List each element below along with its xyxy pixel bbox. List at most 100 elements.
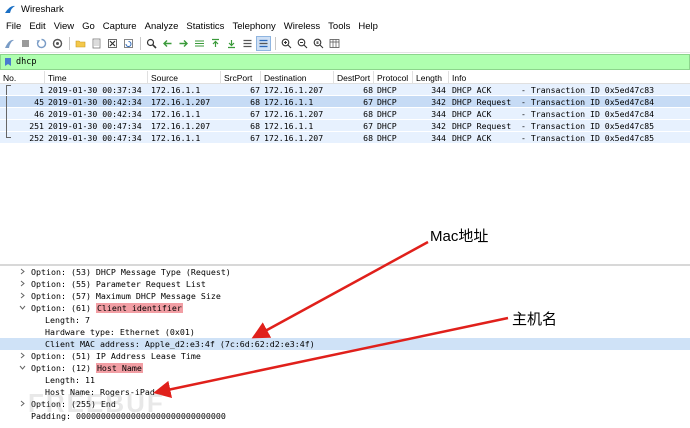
menu-go[interactable]: Go — [78, 21, 99, 32]
column-header-no[interactable]: No. — [3, 73, 16, 83]
detail-row[interactable]: Option: (61) Client identifier — [0, 302, 690, 314]
go-first-packet-button[interactable] — [208, 36, 223, 51]
column-divider — [448, 71, 449, 84]
detail-row[interactable]: Option: (51) IP Address Lease Time — [0, 350, 690, 362]
packet-time: 2019-01-30 00:42:34 — [48, 109, 142, 119]
column-header-protocol[interactable]: Protocol — [377, 73, 408, 83]
menu-edit[interactable]: Edit — [25, 21, 49, 32]
packet-row[interactable]: 1 2019-01-30 00:37:34 172.16.1.1 67 172.… — [0, 84, 690, 96]
packet-destination: 172.16.1.207 — [264, 133, 324, 143]
detail-row[interactable]: Option: (55) Parameter Request List — [0, 278, 690, 290]
jump-icon — [195, 40, 204, 47]
detail-row-selected[interactable]: Client MAC address: Apple_d2:e3:4f (7c:6… — [0, 338, 690, 350]
close-file-button[interactable] — [105, 36, 120, 51]
expand-arrow-icon[interactable] — [19, 292, 26, 299]
packet-row-selected[interactable]: 45 2019-01-30 00:42:34 172.16.1.207 68 1… — [0, 96, 690, 108]
menu-bar: File Edit View Go Capture Analyze Statis… — [0, 18, 690, 35]
menu-capture[interactable]: Capture — [99, 21, 141, 32]
go-forward-button[interactable] — [176, 36, 191, 51]
packet-list-header: No. Time Source SrcPort Destination Dest… — [0, 71, 690, 84]
column-header-source[interactable]: Source — [151, 73, 178, 83]
packet-length: 344 — [431, 109, 446, 119]
menu-file[interactable]: File — [2, 21, 25, 32]
watermark: FREEBUF — [28, 388, 165, 418]
menu-view[interactable]: View — [50, 21, 78, 32]
menu-tools[interactable]: Tools — [324, 21, 354, 32]
zoom-in-button[interactable] — [279, 36, 294, 51]
packet-destination: 172.16.1.207 — [264, 85, 324, 95]
bookmark-icon[interactable] — [3, 57, 13, 67]
packet-info: DHCP ACK - Transaction ID 0x5ed47c84 — [452, 109, 655, 119]
detail-row[interactable]: Option: (12) Host Name — [0, 362, 690, 374]
packet-protocol: DHCP — [377, 121, 397, 131]
restart-capture-button[interactable] — [34, 36, 49, 51]
reload-file-button[interactable] — [121, 36, 136, 51]
packet-info: DHCP Request - Transaction ID 0x5ed47c84 — [452, 97, 655, 107]
packet-row[interactable]: 252 2019-01-30 00:47:34 172.16.1.1 67 17… — [0, 132, 690, 144]
detail-row[interactable]: Option: (53) DHCP Message Type (Request) — [0, 266, 690, 278]
resize-columns-button[interactable] — [327, 36, 342, 51]
client-identifier-tag: Client identifier — [95, 303, 183, 313]
display-filter-input[interactable]: dhcp — [16, 57, 36, 67]
menu-help[interactable]: Help — [354, 21, 382, 32]
go-last-packet-button[interactable] — [224, 36, 239, 51]
file-grid-icon — [92, 38, 101, 49]
start-capture-button[interactable] — [2, 36, 17, 51]
packet-source: 172.16.1.1 — [151, 85, 201, 95]
colorize-button[interactable] — [256, 36, 271, 51]
open-file-button[interactable] — [73, 36, 88, 51]
detail-row[interactable]: Option: (57) Maximum DHCP Message Size — [0, 290, 690, 302]
column-divider — [147, 71, 148, 84]
menu-analyze[interactable]: Analyze — [141, 21, 183, 32]
save-file-button[interactable] — [89, 36, 104, 51]
stop-capture-button[interactable] — [18, 36, 33, 51]
lines-icon — [243, 39, 252, 48]
column-header-time[interactable]: Time — [48, 73, 67, 83]
expand-arrow-icon[interactable] — [19, 400, 26, 407]
packet-destination: 172.16.1.1 — [264, 121, 314, 131]
collapse-arrow-icon[interactable] — [19, 364, 26, 371]
packet-row[interactable]: 251 2019-01-30 00:47:34 172.16.1.207 68 … — [0, 120, 690, 132]
find-packet-button[interactable] — [144, 36, 159, 51]
packet-row[interactable]: 46 2019-01-30 00:42:34 172.16.1.1 67 172… — [0, 108, 690, 120]
menu-statistics[interactable]: Statistics — [182, 21, 228, 32]
expand-arrow-icon[interactable] — [19, 352, 26, 359]
detail-row[interactable]: Length: 11 — [0, 374, 690, 386]
zoom-reset-icon — [313, 38, 324, 49]
packet-no: 45 — [34, 97, 44, 107]
column-header-destport[interactable]: DestPort — [337, 73, 370, 83]
detail-row[interactable]: Hardware type: Ethernet (0x01) — [0, 326, 690, 338]
go-back-button[interactable] — [160, 36, 175, 51]
go-to-packet-button[interactable] — [192, 36, 207, 51]
packet-destination: 172.16.1.207 — [264, 109, 324, 119]
packet-time: 2019-01-30 00:47:34 — [48, 133, 142, 143]
packet-length: 344 — [431, 85, 446, 95]
menu-telephony[interactable]: Telephony — [228, 21, 279, 32]
column-header-srcport[interactable]: SrcPort — [224, 73, 252, 83]
menu-wireless[interactable]: Wireless — [280, 21, 324, 32]
annotation-mac-label: Mac地址 — [430, 228, 489, 245]
expand-arrow-icon[interactable] — [19, 268, 26, 275]
zoom-out-button[interactable] — [295, 36, 310, 51]
packet-source: 172.16.1.1 — [151, 109, 201, 119]
packet-protocol: DHCP — [377, 109, 397, 119]
display-filter-bar[interactable]: dhcp — [0, 54, 690, 70]
column-header-destination[interactable]: Destination — [264, 73, 307, 83]
collapse-arrow-icon[interactable] — [19, 304, 26, 311]
packet-source: 172.16.1.1 — [151, 133, 201, 143]
toolbar-separator — [275, 37, 276, 50]
column-header-length[interactable]: Length — [416, 73, 442, 83]
packet-time: 2019-01-30 00:47:34 — [48, 121, 142, 131]
detail-row[interactable]: Length: 7 — [0, 314, 690, 326]
toolbar-separator — [69, 37, 70, 50]
column-header-info[interactable]: Info — [452, 73, 466, 83]
expand-arrow-icon[interactable] — [19, 280, 26, 287]
auto-scroll-button[interactable] — [240, 36, 255, 51]
packet-destport: 68 — [363, 85, 373, 95]
packet-no: 252 — [29, 133, 44, 143]
detail-option-55: Option: (55) Parameter Request List — [31, 279, 206, 289]
packet-source: 172.16.1.207 — [151, 121, 211, 131]
normal-size-button[interactable] — [311, 36, 326, 51]
detail-option-12-prefix: Option: (12) — [31, 363, 96, 373]
capture-options-button[interactable] — [50, 36, 65, 51]
